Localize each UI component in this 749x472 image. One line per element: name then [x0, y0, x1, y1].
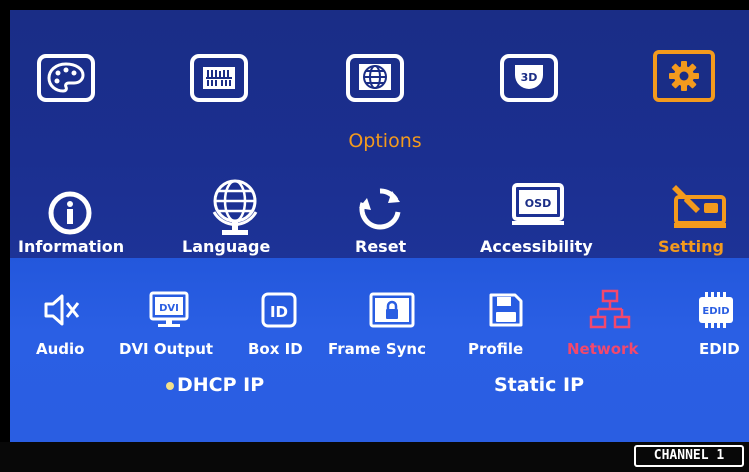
3d-icon[interactable]: 3D — [500, 54, 558, 102]
osd-panel: 3D Options Information Language Reset OS… — [10, 10, 749, 442]
info-icon[interactable] — [45, 188, 95, 238]
dhcp-ip-label: DHCP IP — [177, 374, 265, 396]
palette-icon[interactable] — [37, 54, 95, 102]
osd-screen: 3D Options Information Language Reset OS… — [0, 0, 749, 472]
gear-icon[interactable] — [653, 50, 715, 102]
lock-frame-icon[interactable] — [368, 290, 416, 330]
network-icon[interactable] — [588, 288, 632, 332]
submenu-item-profile[interactable]: Profile — [468, 340, 523, 358]
upper-menu-area: 3D Options Information Language Reset OS… — [10, 10, 749, 258]
wrench-icon[interactable] — [666, 182, 730, 234]
submenu-item-network[interactable]: Network — [567, 340, 638, 358]
svg-text:ID: ID — [270, 303, 288, 321]
globe-grid-icon[interactable] — [203, 174, 267, 238]
reset-icon[interactable] — [355, 184, 405, 234]
selected-dot-icon — [166, 381, 174, 390]
svg-text:EDID: EDID — [702, 306, 729, 317]
submenu-item-audio[interactable]: Audio — [36, 340, 84, 358]
menu-item-information[interactable]: Information — [18, 237, 124, 256]
svg-text:OSD: OSD — [525, 197, 551, 210]
menu-item-setting[interactable]: Setting — [658, 237, 724, 256]
submenu-item-edid[interactable]: EDID — [699, 340, 740, 358]
id-icon[interactable]: ID — [259, 290, 299, 330]
speaker-mute-icon[interactable] — [42, 292, 82, 328]
static-ip-option[interactable]: Static IP — [494, 374, 584, 396]
selected-menu-label: Options — [348, 130, 422, 152]
menu-item-language[interactable]: Language — [182, 237, 270, 256]
submenu-item-frame-sync[interactable]: Frame Sync — [328, 340, 426, 358]
floppy-icon[interactable] — [486, 290, 526, 330]
channel-badge: CHANNEL 1 — [634, 445, 744, 467]
menu-item-reset[interactable]: Reset — [355, 237, 406, 256]
edid-chip-icon[interactable]: EDID — [695, 290, 739, 330]
svg-text:3D: 3D — [521, 71, 538, 84]
submenu-area: Audio DVI DVI Output ID Box ID Frame Syn… — [10, 258, 749, 442]
menu-item-accessibility[interactable]: Accessibility — [480, 237, 593, 256]
dhcp-ip-option[interactable]: DHCP IP — [166, 374, 264, 396]
osd-icon[interactable]: OSD — [507, 180, 569, 232]
dvi-monitor-icon[interactable]: DVI — [147, 290, 191, 330]
globe-icon[interactable] — [346, 54, 404, 102]
static-ip-label: Static IP — [494, 374, 585, 396]
sliders-icon[interactable] — [190, 54, 248, 102]
svg-text:DVI: DVI — [159, 303, 179, 314]
submenu-item-box-id[interactable]: Box ID — [248, 340, 303, 358]
submenu-item-dvi-output[interactable]: DVI Output — [119, 340, 213, 358]
